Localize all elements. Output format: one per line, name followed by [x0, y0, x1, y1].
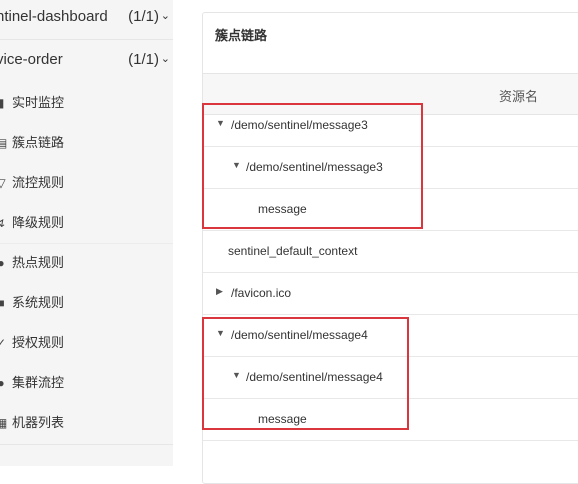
list-icon: ▤ — [0, 136, 8, 150]
flash-icon: ↯ — [0, 216, 7, 230]
sidebar-item-cluster-flow[interactable]: ● 集群流控 — [0, 363, 173, 403]
cloud-icon: ● — [0, 376, 5, 390]
table-row[interactable]: sentinel_default_context — [203, 231, 578, 273]
server-icon: ▦ — [0, 416, 8, 430]
table-row[interactable]: ▶ /favicon.ico — [203, 273, 578, 315]
sidebar-item-label: 降级规则 — [12, 215, 65, 230]
app-count: (1/1) — [128, 51, 159, 68]
highlight-box-message4 — [202, 317, 409, 430]
sidebar-item-hotspot-rules[interactable]: ● 热点规则 — [0, 243, 173, 283]
sidebar-item-flow-rules[interactable]: ▽ 流控规则 — [0, 163, 173, 203]
check-icon: ✓ — [0, 336, 7, 350]
sidebar-item-degrade-rules[interactable]: ↯ 降级规则 — [0, 203, 173, 243]
sidebar: ntinel-dashboard (1/1) ⌄ vice-order (1/1… — [0, 0, 173, 466]
sidebar-item-label: 授权规则 — [12, 335, 65, 350]
sidebar-item-machine-list[interactable]: ▦ 机器列表 — [0, 403, 173, 443]
highlight-box-message3 — [202, 103, 423, 229]
sidebar-item-label: 流控规则 — [12, 175, 65, 190]
sidebar-item-label: 系统规则 — [12, 295, 65, 310]
column-header-resource-name: 资源名 — [499, 89, 539, 104]
app-row-order[interactable]: vice-order (1/1) ⌄ — [0, 40, 173, 80]
app-name: ntinel-dashboard — [0, 8, 108, 25]
sidebar-item-system-rules[interactable]: ■ 系统规则 — [0, 283, 173, 323]
app-row-dashboard[interactable]: ntinel-dashboard (1/1) ⌄ — [0, 0, 173, 37]
bar-chart-icon: ▮ — [0, 96, 5, 110]
sidebar-item-cluster-link[interactable]: ▤ 簇点链路 — [0, 123, 173, 163]
resource-name: sentinel_default_context — [228, 244, 358, 258]
panel-title: 簇点链路 — [215, 28, 268, 43]
sidebar-item-realtime-monitor[interactable]: ▮ 实时监控 — [0, 83, 173, 123]
collapsed-triangle-icon[interactable]: ▶ — [216, 286, 223, 297]
app-name: vice-order — [0, 51, 63, 68]
filter-icon: ▽ — [0, 176, 6, 190]
chevron-down-icon[interactable]: ⌄ — [161, 0, 170, 36]
sidebar-item-label: 集群流控 — [12, 375, 65, 390]
fire-icon: ● — [0, 256, 5, 270]
sidebar-item-label: 簇点链路 — [12, 135, 65, 150]
chevron-down-icon[interactable]: ⌄ — [161, 39, 170, 79]
divider — [0, 444, 173, 445]
system-icon: ■ — [0, 296, 5, 310]
sidebar-item-label: 机器列表 — [12, 415, 65, 430]
sidebar-item-label: 实时监控 — [12, 95, 65, 110]
sidebar-item-auth-rules[interactable]: ✓ 授权规则 — [0, 323, 173, 363]
sidebar-item-label: 热点规则 — [12, 255, 65, 270]
app-count: (1/1) — [128, 8, 159, 25]
resource-name: /favicon.ico — [231, 286, 292, 300]
